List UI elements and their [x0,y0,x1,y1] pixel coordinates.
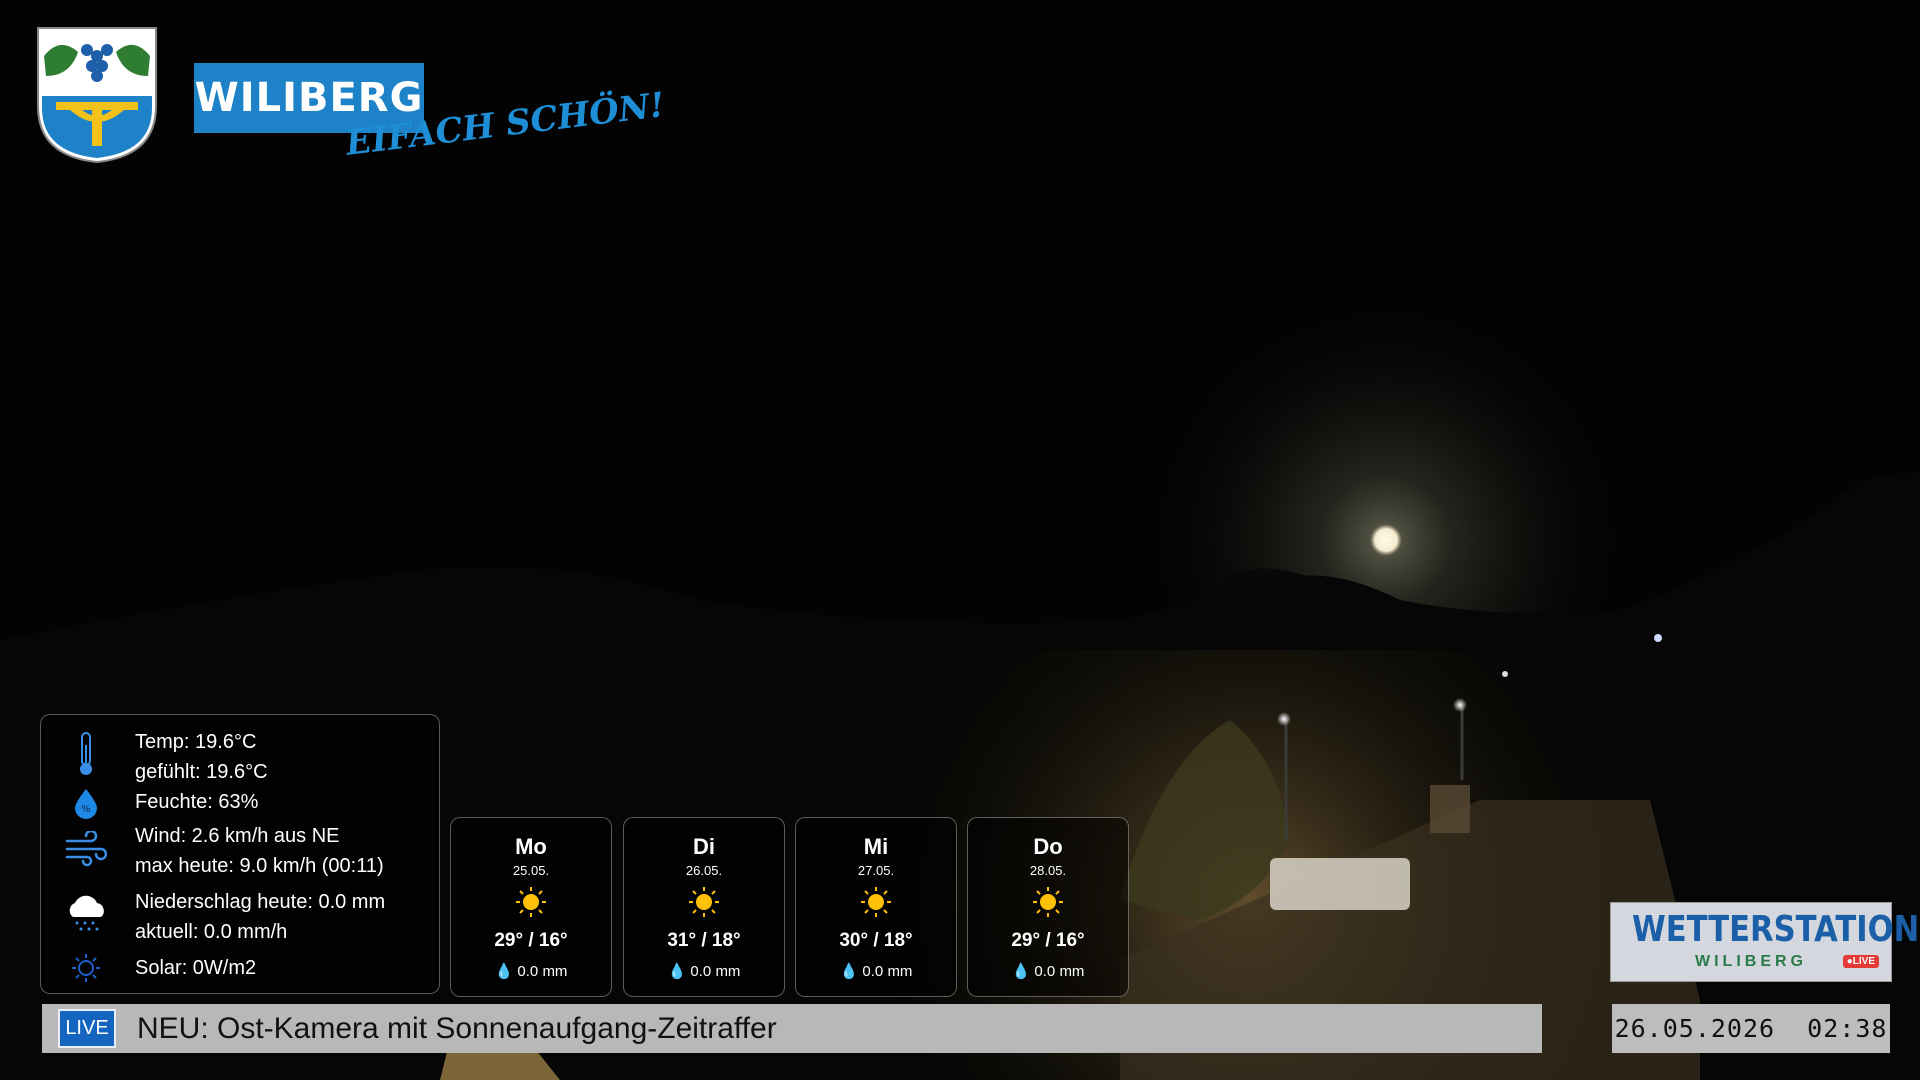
wetterstation-logo: WETTERSTATION WILIBERG ●LIVE [1610,902,1920,982]
wind-icon [65,829,108,873]
raindrop-icon: 💧 [667,963,687,980]
sun-icon [65,953,107,989]
wetterstation-title: WETTERSTATION [1632,909,1920,950]
forecast-day: Do [1033,834,1063,859]
forecast-rain: 💧 0.0 mm [796,962,956,980]
forecast-card: Di 26.05. 31° / 18° 💧 0.0 mm [623,817,785,997]
wind-max-value: max heute: 9.0 km/h (00:11) [135,855,384,877]
ticker-text: NEU: Ost-Kamera mit Sonnenaufgang-Zeitra… [137,1012,777,1045]
forecast-card: Mo 25.05. 29° / 16° 💧 0.0 mm [450,817,612,997]
sunny-icon [689,887,719,917]
forecast-card: Do 28.05. 29° / 16° 💧 0.0 mm [967,817,1129,997]
forecast-rain-value: 0.0 mm [690,963,741,980]
forecast-date: 25.05. [512,863,550,878]
forecast-rain: 💧 0.0 mm [451,962,611,980]
forecast-temp: 29° / 16° [494,930,568,951]
precipitation-value: Niederschlag heute: 0.0 mm [135,891,386,913]
thermometer-icon [65,731,107,783]
forecast-day: Mi [863,834,889,859]
news-ticker: LIVE NEU: Ost-Kamera mit Sonnenaufgang-Z… [42,1004,1542,1053]
sunny-icon [1033,887,1063,917]
humidity-drop-icon: % [65,787,107,825]
temperature-value: Temp: 19.6°C [135,731,257,753]
forecast-temp: 29° / 16° [1011,930,1085,951]
forecast-day: Di [693,834,715,859]
forecast-date: 27.05. [857,863,895,878]
humidity-value: Feuchte: 63% [135,791,259,813]
raindrop-icon: 💧 [839,963,859,980]
forecast-rain-value: 0.0 mm [1034,963,1085,980]
live-badge: LIVE [58,1009,116,1048]
wind-value: Wind: 2.6 km/h aus NE [135,825,340,847]
forecast-card: Mi 27.05. 30° / 18° 💧 0.0 mm [795,817,957,997]
current-weather-panel: Temp: 19.6°C gefühlt: 19.6°C % Feuchte: … [40,714,440,994]
raindrop-icon: 💧 [494,963,514,980]
solar-value: Solar: 0W/m2 [135,957,257,979]
sunny-icon [516,887,546,917]
sunny-icon [861,887,891,917]
forecast-rain: 💧 0.0 mm [968,962,1128,980]
forecast-rain-value: 0.0 mm [862,963,913,980]
forecast-rain-value: 0.0 mm [517,963,568,980]
raindrop-icon: 💧 [1011,963,1031,980]
wiliberg-logo: WILIBERG EIFACH SCHÖN! [36,26,667,166]
datetime-display: 26.05.2026 02:38 [1612,1004,1890,1053]
forecast-date: 26.05. [685,863,723,878]
forecast-date: 28.05. [1029,863,1067,878]
forecast-day: Mo [515,834,547,859]
forecast-temp: 30° / 18° [839,930,913,951]
forecast-rain: 💧 0.0 mm [624,962,784,980]
coat-of-arms-icon [37,27,157,164]
feels-like-value: gefühlt: 19.6°C [135,761,268,783]
rain-cloud-icon [65,895,107,939]
precipitation-now-value: aktuell: 0.0 mm/h [135,921,288,943]
svg-text:%: % [81,804,91,815]
live-indicator: ●LIVE [1842,955,1879,968]
forecast-temp: 31° / 18° [667,930,741,951]
